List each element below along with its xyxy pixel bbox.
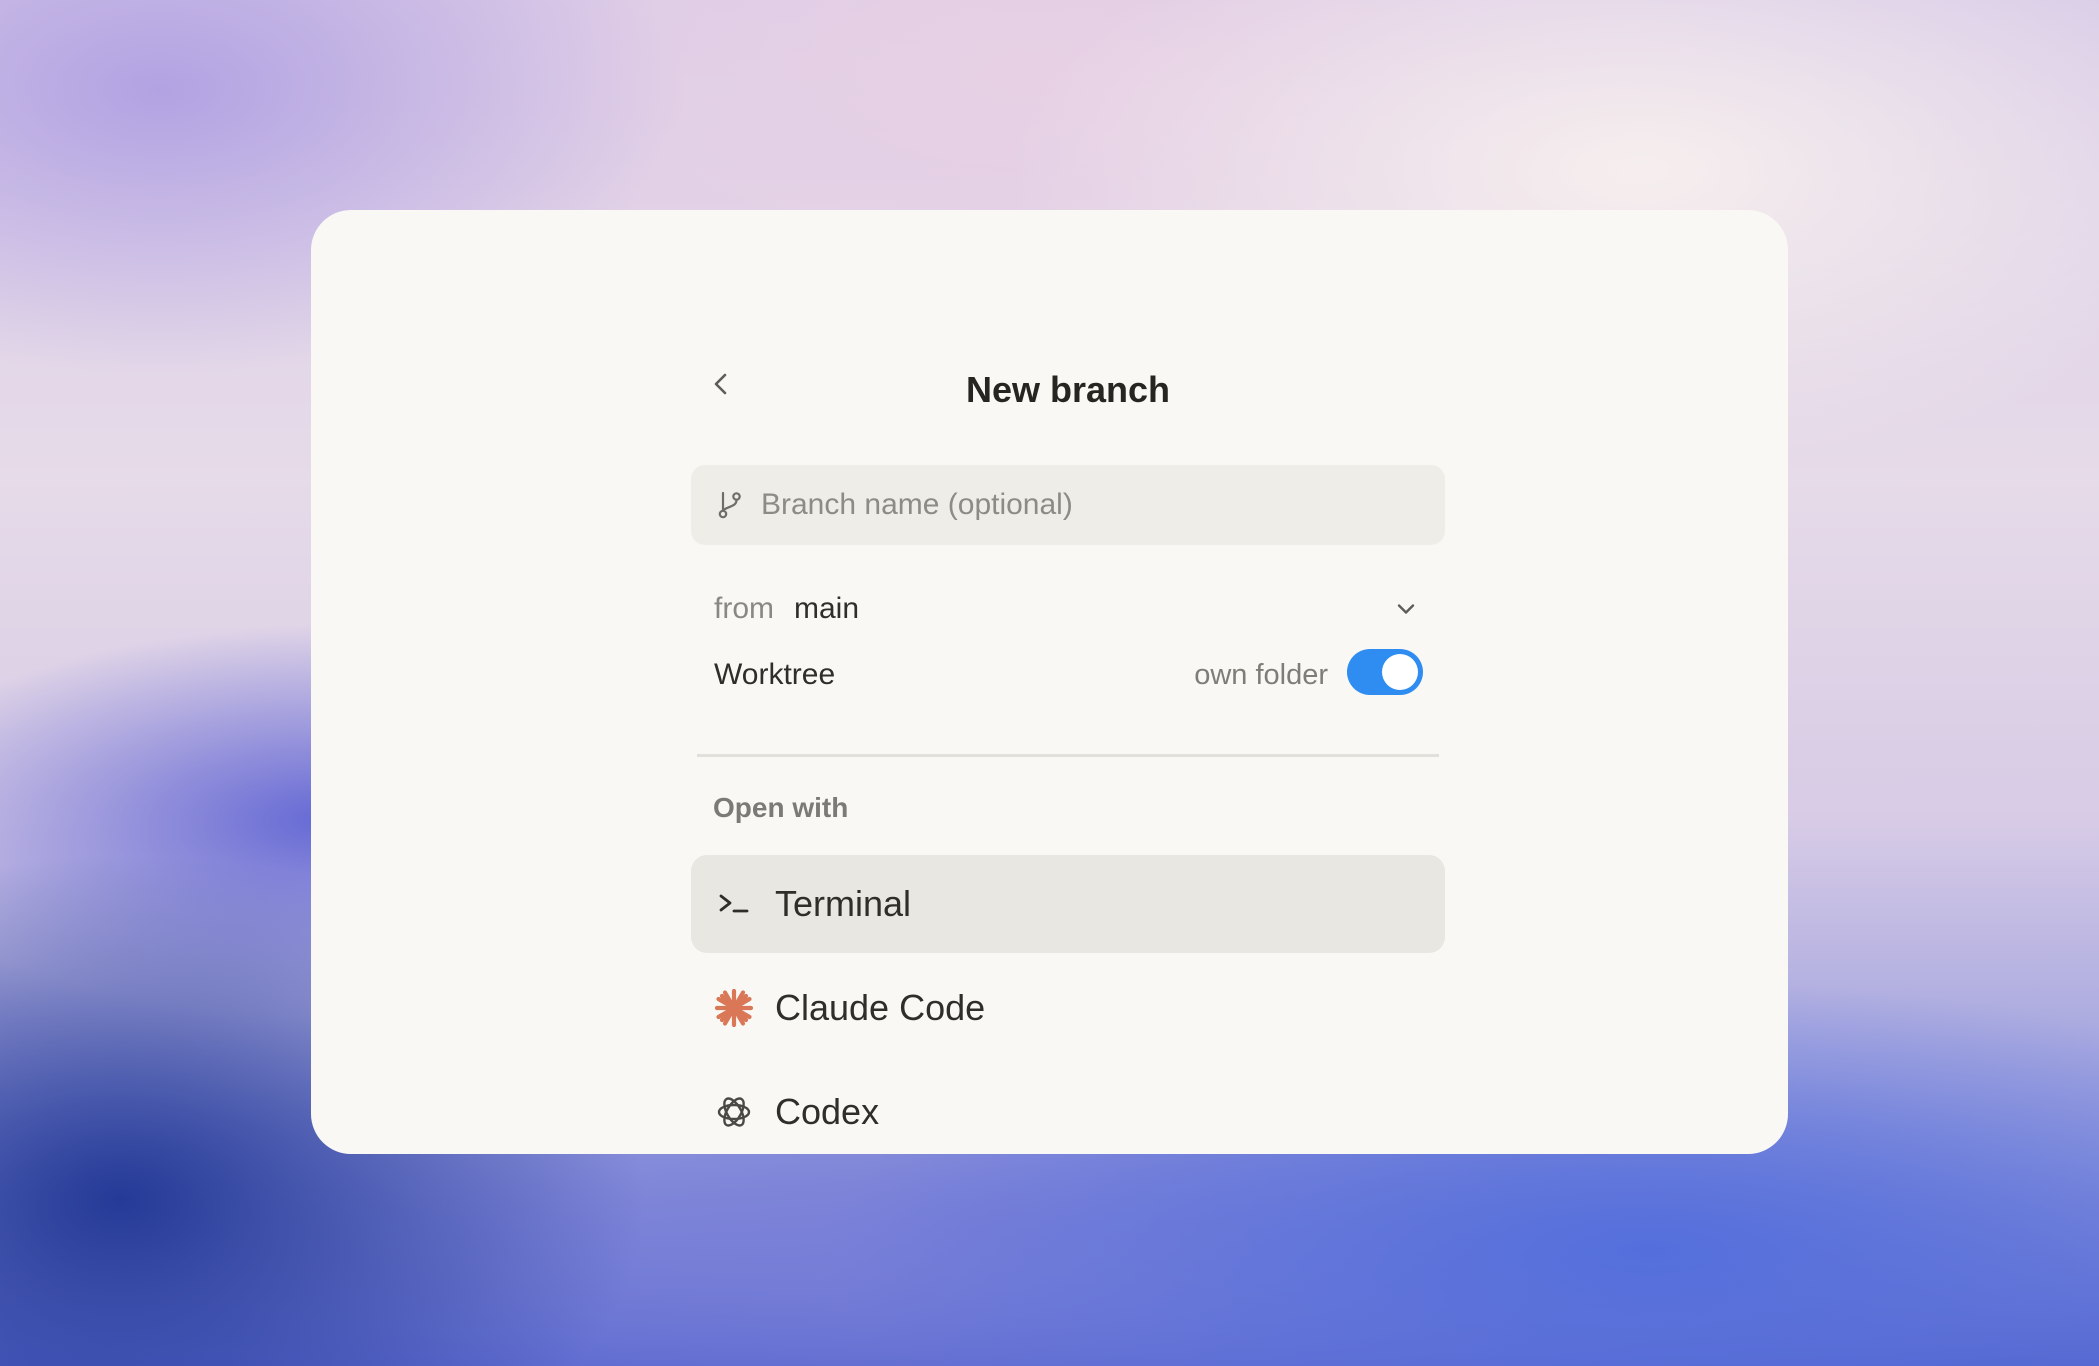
base-branch-value: main [794, 592, 860, 625]
toggle-knob [1382, 654, 1418, 690]
option-label: Codex [775, 1091, 880, 1132]
own-folder-label: own folder [1194, 659, 1328, 691]
terminal-icon [713, 883, 755, 925]
branch-name-input[interactable] [761, 488, 1401, 522]
from-label: from [714, 592, 774, 625]
openai-knot-icon [713, 1091, 755, 1133]
worktree-label: Worktree [714, 658, 836, 691]
git-branch-icon [713, 488, 747, 522]
chevron-down-icon [1391, 594, 1421, 624]
worktree-toggle[interactable] [1347, 649, 1423, 695]
open-with-heading: Open with [713, 792, 849, 823]
open-with-claude-code[interactable]: Claude Code [691, 959, 1445, 1057]
open-with-terminal[interactable]: Terminal [691, 855, 1445, 953]
claude-asterisk-icon [713, 987, 755, 1029]
divider [697, 754, 1439, 757]
open-with-codex[interactable]: Codex [691, 1063, 1445, 1154]
dialog-title: New branch [965, 369, 1171, 410]
option-label: Claude Code [775, 987, 986, 1028]
new-branch-dialog: New branch from main Worktre [311, 210, 1788, 1154]
option-label: Terminal [775, 883, 912, 924]
branch-name-field[interactable] [691, 465, 1445, 545]
dialog-panel: New branch from main Worktre [691, 210, 1445, 1154]
base-branch-select[interactable]: from main [691, 570, 1445, 648]
